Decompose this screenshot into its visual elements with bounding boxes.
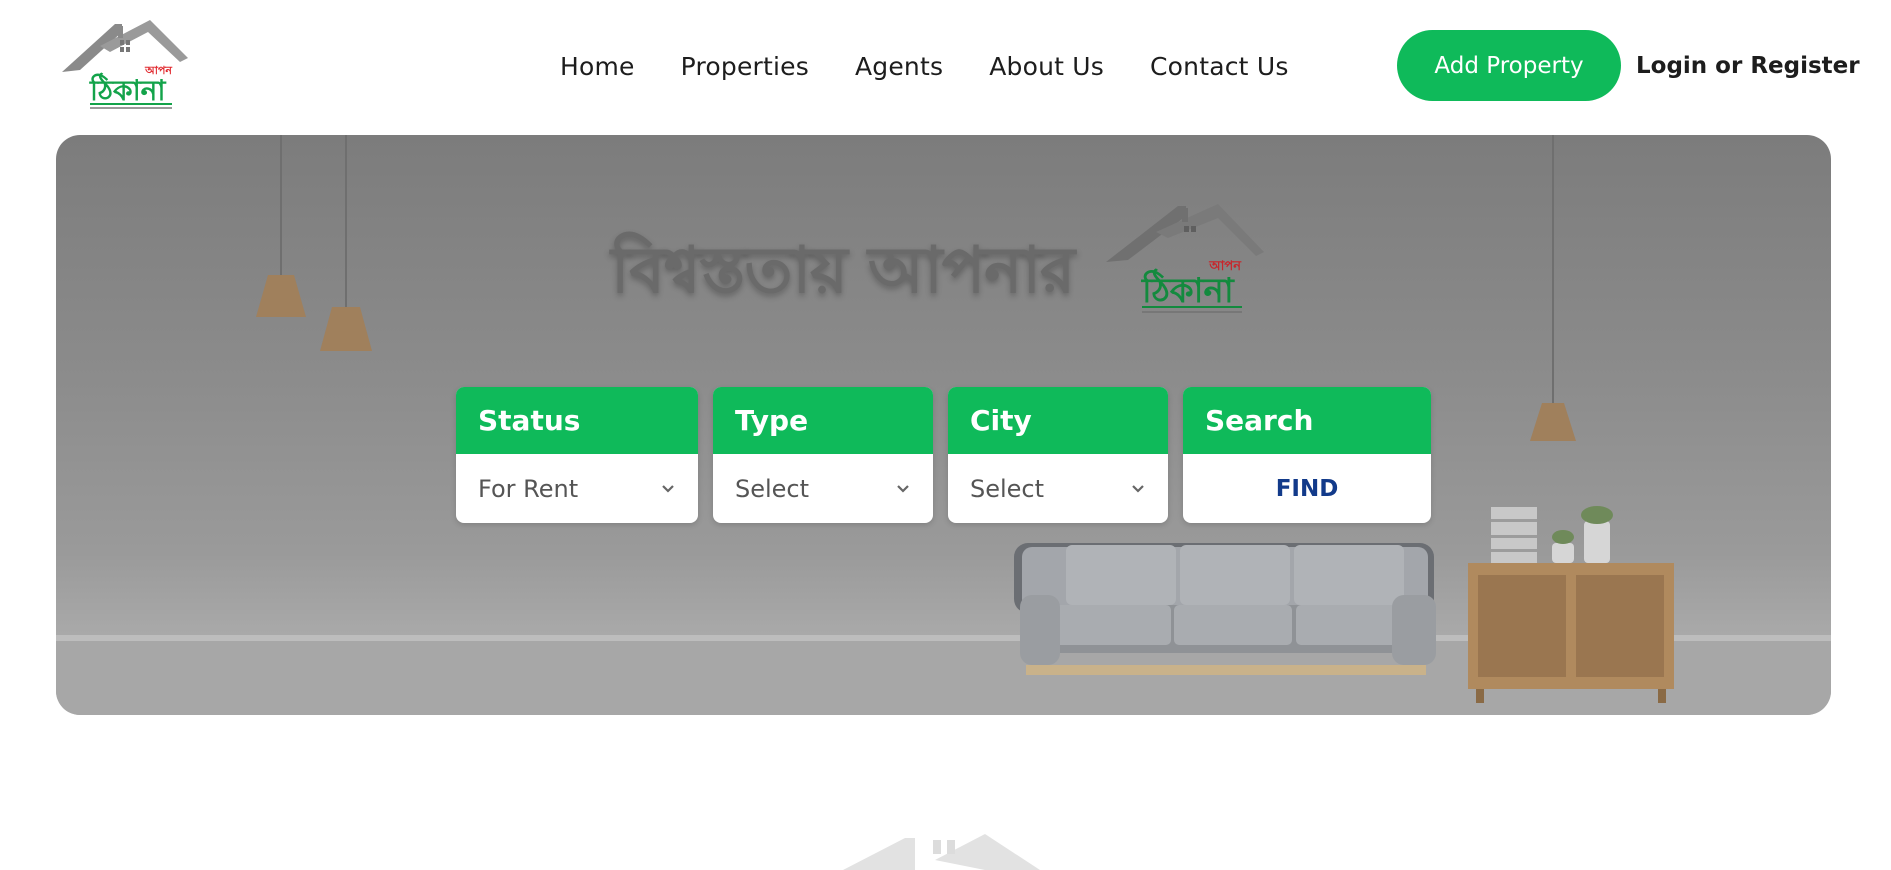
nav-agents[interactable]: Agents: [855, 52, 943, 81]
login-register-link[interactable]: Login or Register: [1636, 48, 1860, 84]
hero-logo-text: ঠিকানা: [1141, 268, 1235, 311]
hero-logo: আপন ঠিকানা: [1106, 200, 1266, 320]
main-nav: Home Properties Agents About Us Contact …: [560, 46, 1289, 86]
city-select[interactable]: Select: [948, 454, 1168, 523]
search-label: Search: [1183, 387, 1431, 454]
status-label: Status: [456, 387, 698, 454]
hero-tagline: বিশ্বস্ততায় আপনার: [611, 232, 1075, 308]
city-label: City: [948, 387, 1168, 454]
search-panel: Search FIND: [1183, 387, 1431, 523]
status-select[interactable]: For Rent: [456, 454, 698, 523]
status-select-value: For Rent: [478, 474, 579, 503]
type-label: Type: [713, 387, 933, 454]
nav-about-us[interactable]: About Us: [989, 52, 1104, 81]
chevron-down-icon: [897, 484, 909, 493]
add-property-button[interactable]: Add Property: [1397, 30, 1621, 101]
hero-banner: বিশ্বস্ততায় আপনার আপন ঠিকানা Status For…: [56, 135, 1831, 715]
chevron-down-icon: [1132, 484, 1144, 493]
site-logo[interactable]: আপন ঠিকানা: [60, 18, 190, 110]
logo-text: ঠিকানা: [89, 72, 166, 107]
type-filter: Type Select: [713, 387, 933, 523]
nav-home[interactable]: Home: [560, 52, 635, 81]
nav-properties[interactable]: Properties: [681, 52, 809, 81]
type-select-value: Select: [735, 474, 810, 503]
find-button[interactable]: FIND: [1183, 454, 1431, 523]
status-filter: Status For Rent: [456, 387, 698, 523]
section-logo-icon: [843, 834, 1040, 870]
city-filter: City Select: [948, 387, 1168, 523]
nav-contact-us[interactable]: Contact Us: [1150, 52, 1289, 81]
chevron-down-icon: [662, 484, 674, 493]
city-select-value: Select: [970, 474, 1045, 503]
type-select[interactable]: Select: [713, 454, 933, 523]
